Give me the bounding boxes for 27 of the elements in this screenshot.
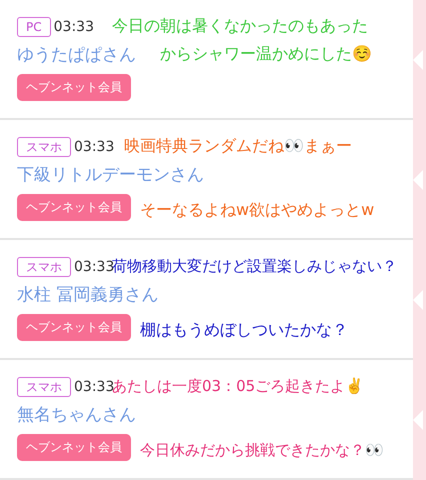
overlay-caption: 今日休みだから挑戦できたかな？👀	[140, 440, 384, 461]
pointer-icon	[413, 290, 423, 310]
post-time: 03:33	[54, 19, 94, 35]
user-name[interactable]: 無名ちゃんさん	[17, 403, 136, 426]
member-button[interactable]: ヘブンネット会員	[17, 74, 131, 101]
device-tag: スマホ	[17, 137, 71, 157]
overlay-caption: 今日の朝は暑くなかったのもあった	[112, 15, 368, 37]
pointer-icon	[413, 170, 423, 190]
overlay-caption: そーなるよねw欲はやめよっとw	[140, 199, 374, 221]
member-button[interactable]: ヘブンネット会員	[17, 434, 131, 461]
user-name[interactable]: ゆうたぱぱさん	[17, 43, 136, 66]
device-tag: PC	[17, 17, 51, 37]
overlay-caption: あたしは一度03：05ごろ起きたよ✌	[112, 376, 364, 397]
member-button[interactable]: ヘブンネット会員	[17, 314, 131, 341]
pointer-icon	[413, 50, 423, 70]
device-tag: スマホ	[17, 257, 71, 277]
overlay-caption: 映画特典ランダムだね👀まぁー	[124, 135, 352, 157]
overlay-caption: からシャワー温かめにした☺	[160, 43, 372, 65]
device-tag: スマホ	[17, 377, 71, 397]
overlay-caption: 棚はもうめぼしついたかな？	[140, 319, 348, 341]
user-name[interactable]: 下級リトルデーモンさん	[17, 163, 204, 186]
post-time: 03:33	[74, 139, 114, 155]
overlay-caption: 荷物移動大変だけど設置楽しみじゃない？	[112, 256, 397, 277]
pointer-icon	[413, 410, 423, 430]
post-time: 03:33	[74, 379, 114, 395]
user-name[interactable]: 水柱 冨岡義勇さん	[17, 283, 158, 306]
member-button[interactable]: ヘブンネット会員	[17, 194, 131, 221]
